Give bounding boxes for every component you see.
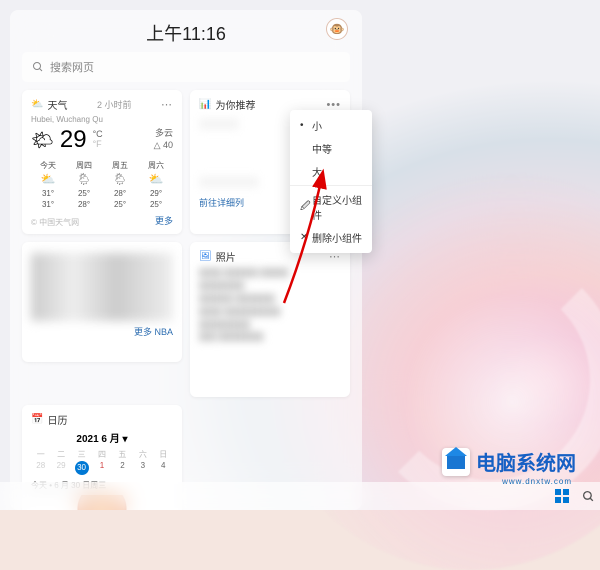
calendar-icon: 📅 bbox=[31, 414, 43, 425]
menu-customize[interactable]: 🖉自定义小组件 bbox=[290, 188, 372, 226]
forecast-row: 今天⛅31°31° 周四🌦25°28° 周五🌦28°25° 周六⛅29°25° bbox=[31, 160, 173, 210]
photo-icon: 🖼 bbox=[199, 251, 212, 262]
menu-size-large[interactable]: 大 bbox=[290, 160, 372, 183]
sports-more-link[interactable]: 更多 NBA bbox=[31, 325, 173, 338]
blurred-label bbox=[199, 118, 239, 130]
chart-up-icon: 📊 bbox=[199, 99, 211, 110]
taskbar[interactable] bbox=[0, 482, 600, 510]
widget-context-menu: •小 中等 大 🖉自定义小组件 ✕删除小组件 bbox=[290, 110, 372, 253]
photo-widget[interactable]: 🖼照片 ⋯ ████ ██████ ███████████████████ ██… bbox=[190, 242, 350, 397]
menu-remove[interactable]: ✕删除小组件 bbox=[290, 226, 372, 249]
clock-text: 上午11:16 bbox=[146, 24, 226, 44]
user-avatar[interactable]: 🐵 bbox=[326, 18, 348, 40]
calendar-title: 日历 bbox=[47, 412, 67, 427]
calendar-month[interactable]: 2021 6 月 ▾ bbox=[31, 430, 173, 445]
unit-fahrenheit[interactable]: °F bbox=[93, 140, 103, 150]
sports-widget[interactable]: 更多 NBA bbox=[22, 242, 182, 362]
weather-subinfo: △ 40 bbox=[154, 140, 173, 150]
forecast-day[interactable]: 今天⛅31°31° bbox=[31, 160, 65, 210]
forecast-day[interactable]: 周四🌦25°28° bbox=[67, 160, 101, 210]
weather-temp: 29 bbox=[60, 126, 87, 154]
menu-size-small[interactable]: •小 bbox=[290, 114, 372, 137]
recommend-more-button[interactable]: ••• bbox=[326, 99, 341, 111]
watermark-logo bbox=[442, 448, 470, 476]
menu-size-medium[interactable]: 中等 bbox=[290, 137, 372, 160]
calendar-grid[interactable]: 一二三四五六日 2829301234 bbox=[31, 449, 173, 475]
weather-condition: 多云 bbox=[155, 128, 173, 138]
search-input[interactable]: 搜索网页 bbox=[22, 52, 350, 82]
watermark-url: www.dnxtw.com bbox=[502, 477, 572, 486]
forecast-day[interactable]: 周五🌦28°25° bbox=[103, 160, 137, 210]
search-icon bbox=[32, 61, 44, 73]
taskbar-search-icon[interactable] bbox=[580, 488, 596, 504]
weather-widget[interactable]: ⛅天气 2 小时前 ⋯ Hubei, Wuchang Qu 🌤 29 °C°F … bbox=[22, 90, 182, 234]
recommend-title: 为你推荐 bbox=[215, 97, 255, 112]
start-button[interactable] bbox=[554, 488, 570, 504]
weather-location: Hubei, Wuchang Qu bbox=[31, 115, 173, 124]
blurred-line bbox=[199, 176, 259, 188]
photo-title: 照片 bbox=[216, 249, 236, 264]
watermark-text: 电脑系统网 bbox=[476, 447, 576, 476]
weather-more-button[interactable]: ⋯ bbox=[161, 98, 173, 111]
widgets-panel: 上午11:16 🐵 搜索网页 ⛅ 天气 2 小时前 ⋯ Hubei, Wuchan… bbox=[10, 10, 362, 510]
photo-blurred-content: ████ ██████ ███████████████████ ████████… bbox=[199, 267, 341, 379]
weather-main-icon: 🌤 bbox=[31, 130, 54, 151]
weather-updated: 2 小时前 bbox=[97, 98, 132, 111]
search-placeholder: 搜索网页 bbox=[50, 59, 94, 75]
sports-blurred-content bbox=[31, 253, 173, 321]
panel-header: 上午11:16 🐵 bbox=[22, 18, 350, 52]
menu-separator bbox=[290, 185, 372, 186]
forecast-day[interactable]: 周六⛅29°25° bbox=[139, 160, 173, 210]
watermark: 电脑系统网 bbox=[442, 447, 576, 476]
weather-attribution: © 中国天气网 bbox=[31, 217, 79, 228]
weather-title: 天气 bbox=[47, 97, 67, 112]
weather-icon: ⛅ bbox=[31, 99, 43, 110]
